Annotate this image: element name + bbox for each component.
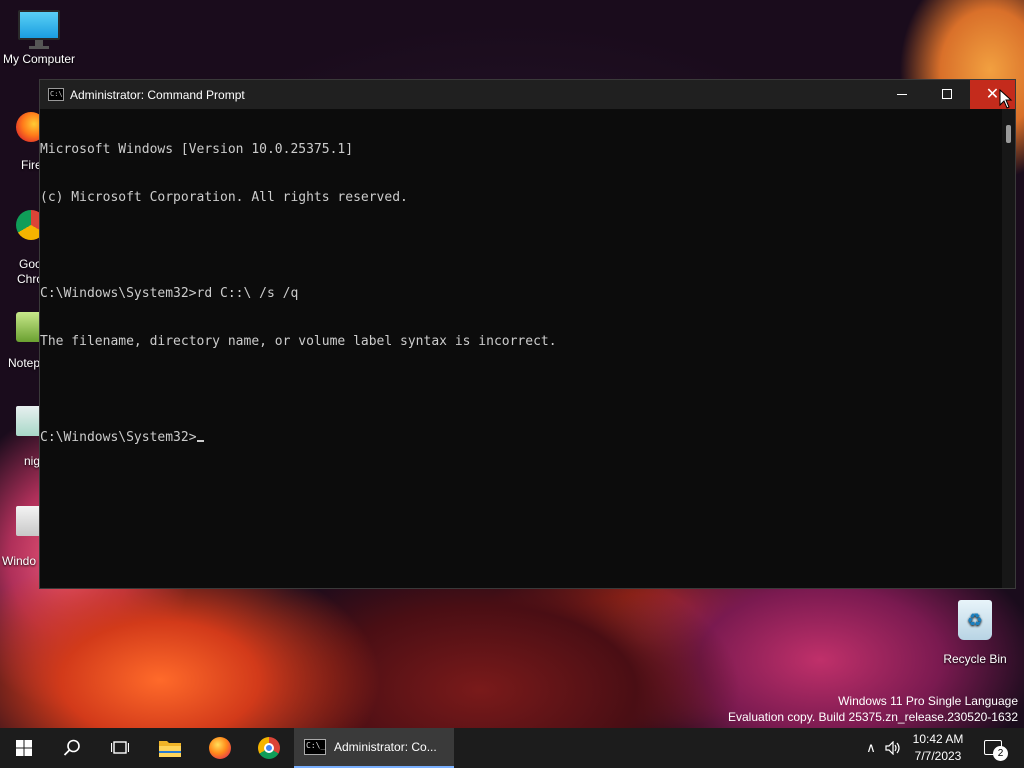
console-prompt-line[interactable]: C:\Windows\System32> <box>40 430 1002 446</box>
mouse-pointer-icon <box>999 89 1013 109</box>
window-title: Administrator: Command Prompt <box>70 88 245 102</box>
desktop-icon-recycle-bin[interactable]: ♻ Recycle Bin <box>940 600 1010 666</box>
taskbar-firefox[interactable] <box>196 728 244 768</box>
start-button[interactable] <box>0 728 48 768</box>
command-prompt-window[interactable]: C:\ Administrator: Command Prompt ✕ Micr… <box>39 79 1016 589</box>
console-line: The filename, directory name, or volume … <box>40 334 557 349</box>
monitor-icon <box>18 10 60 50</box>
taskbar-chrome[interactable] <box>245 728 293 768</box>
desktop-icon-notepad[interactable]: Notep <box>4 312 46 372</box>
volume-button[interactable] <box>882 728 904 768</box>
minimize-icon <box>897 94 907 95</box>
text-cursor <box>196 440 204 442</box>
recycle-bin-icon: ♻ <box>958 600 992 640</box>
desktop-icon-label: Windo <box>2 554 37 568</box>
taskbar-task-label: Administrator: Co... <box>334 740 437 754</box>
maximize-button[interactable] <box>925 80 970 109</box>
taskbar-file-explorer[interactable] <box>146 728 194 768</box>
folder-icon <box>159 741 181 757</box>
maximize-icon <box>942 89 952 99</box>
desktop-icon-label: nig <box>24 454 41 468</box>
desktop-icon-label: Notep <box>8 356 41 370</box>
desktop-icon-document[interactable]: Windo <box>2 506 46 568</box>
console-prompt: C:\Windows\System32> <box>40 430 197 445</box>
cmd-app-icon[interactable]: C:\ <box>48 88 64 101</box>
console-line: Microsoft Windows [Version 10.0.25375.1] <box>40 142 354 157</box>
windows-watermark: Windows 11 Pro Single Language Evaluatio… <box>728 693 1018 725</box>
notification-count-badge: 2 <box>993 746 1008 761</box>
console-line: (c) Microsoft Corporation. All rights re… <box>40 190 408 205</box>
clock-date: 7/7/2023 <box>914 749 962 763</box>
chevron-up-icon: ∧ <box>866 740 876 755</box>
close-icon: ✕ <box>985 86 1000 103</box>
vertical-scrollbar[interactable] <box>1002 109 1015 588</box>
taskbar-clock[interactable]: 10:42 AM 7/7/2023 <box>902 731 974 765</box>
clock-time: 10:42 AM <box>912 732 964 746</box>
desktop-icon-label: Recycle Bin <box>943 652 1007 666</box>
notification-center-button[interactable]: 2 <box>978 728 1022 768</box>
desktop-icon-chrome[interactable]: Goo Chro <box>4 210 46 290</box>
scrollbar-thumb[interactable] <box>1006 125 1011 143</box>
taskbar: C:\_ Administrator: Co... ∧ 10:42 AM 7/7… <box>0 728 1024 768</box>
firefox-icon <box>209 737 231 759</box>
chrome-icon <box>258 737 280 759</box>
show-hidden-icons-button[interactable]: ∧ <box>860 728 882 768</box>
watermark-line2: Evaluation copy. Build 25375.zn_release.… <box>728 710 1018 724</box>
search-icon <box>63 739 80 756</box>
taskbar-command-prompt[interactable]: C:\_ Administrator: Co... <box>294 728 454 768</box>
console-output[interactable]: Microsoft Windows [Version 10.0.25375.1]… <box>40 109 1002 588</box>
desktop-icon-my-computer[interactable]: My Computer <box>1 10 77 66</box>
task-view-icon <box>111 741 129 754</box>
volume-icon <box>885 741 900 755</box>
cmd-taskbar-icon: C:\_ <box>304 739 326 755</box>
desktop-icon-firefox[interactable]: Fire <box>4 112 46 172</box>
desktop-icon-label: My Computer <box>2 52 76 66</box>
minimize-button[interactable] <box>880 80 925 109</box>
window-titlebar[interactable]: C:\ Administrator: Command Prompt ✕ <box>40 80 1015 109</box>
watermark-line1: Windows 11 Pro Single Language <box>838 694 1018 708</box>
search-button[interactable] <box>48 728 96 768</box>
windows-logo-icon <box>16 740 32 756</box>
task-view-button[interactable] <box>96 728 144 768</box>
console-line: C:\Windows\System32>rd C::\ /s /q <box>40 286 299 301</box>
desktop-icon-file[interactable]: nig <box>4 406 46 468</box>
